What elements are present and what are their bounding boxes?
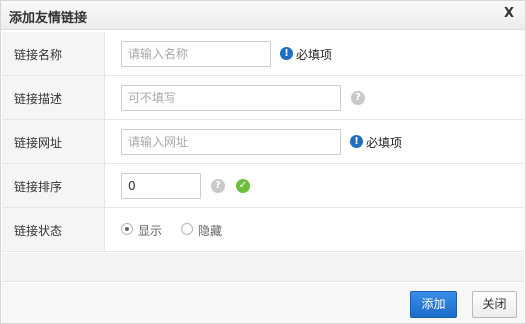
dialog-title: 添加友情链接 [9, 11, 88, 26]
field-cell: ! 必填项 [106, 32, 524, 75]
link-url-input[interactable] [121, 129, 341, 155]
field-cell: 显示 隐藏 [106, 208, 524, 251]
dialog-titlebar: 添加友情链接 X [1, 1, 525, 30]
status-show-label[interactable]: 显示 [138, 222, 162, 239]
field-cell: ? ✓ [106, 164, 524, 207]
form-row-name: 链接名称 ! 必填项 [2, 32, 524, 76]
label-cell: 链接排序 [2, 164, 105, 207]
field-cell: ! 必填项 [106, 120, 524, 163]
label-cell: 链接名称 [2, 32, 105, 75]
dialog-footer: 添加 关闭 [2, 283, 524, 323]
form-row-status: 链接状态 显示 隐藏 [2, 208, 524, 252]
status-show-radio[interactable] [121, 223, 133, 235]
link-form: 链接名称 ! 必填项 链接描述 ? 链接网址 ! [2, 32, 524, 252]
link-desc-input[interactable] [121, 85, 341, 111]
info-circle-icon: ! [350, 135, 363, 148]
url-required-text: 必填项 [366, 136, 403, 150]
label-cell: 链接网址 [2, 120, 105, 163]
close-icon[interactable]: X [504, 6, 514, 21]
check-circle-icon: ✓ [236, 179, 250, 193]
form-row-order: 链接排序 ? ✓ [2, 164, 524, 208]
field-cell: ? [106, 76, 524, 119]
url-label: 链接网址 [14, 136, 63, 150]
status-hide-label[interactable]: 隐藏 [198, 222, 222, 239]
order-label: 链接排序 [14, 180, 63, 194]
form-row-desc: 链接描述 ? [2, 76, 524, 120]
add-link-dialog: 添加友情链接 X 链接名称 ! 必填项 链接描述 ? 链接网址 [0, 0, 526, 324]
label-cell: 链接状态 [2, 208, 105, 251]
name-label: 链接名称 [14, 48, 63, 62]
name-required-text: 必填项 [296, 48, 333, 62]
question-circle-icon[interactable]: ? [211, 179, 225, 193]
status-hide-radio[interactable] [181, 223, 193, 235]
info-circle-icon: ! [280, 47, 293, 60]
question-circle-icon[interactable]: ? [351, 91, 365, 105]
link-order-input[interactable] [121, 173, 201, 199]
form-row-url: 链接网址 ! 必填项 [2, 120, 524, 164]
form-spacer [2, 253, 524, 282]
desc-label: 链接描述 [14, 92, 63, 106]
link-name-input[interactable] [121, 41, 271, 67]
close-button[interactable]: 关闭 [472, 291, 517, 318]
add-button[interactable]: 添加 [410, 291, 457, 318]
status-label: 链接状态 [14, 224, 63, 238]
label-cell: 链接描述 [2, 76, 105, 119]
